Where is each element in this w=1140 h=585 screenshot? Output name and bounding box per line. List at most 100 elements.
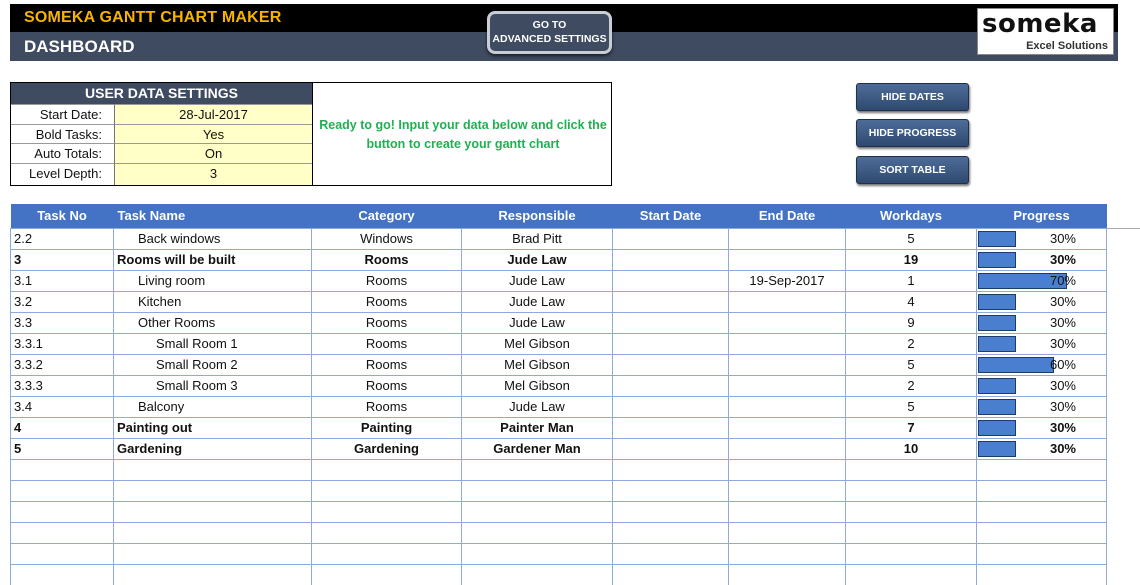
start-date-cell[interactable] — [612, 227, 729, 250]
responsible-cell[interactable]: Jude Law — [461, 248, 613, 271]
empty-cell[interactable] — [113, 458, 312, 481]
empty-cell[interactable] — [845, 563, 977, 585]
empty-table-row[interactable] — [10, 500, 1107, 523]
hide-progress-button[interactable]: HIDE PROGRESS — [856, 119, 969, 147]
empty-cell[interactable] — [461, 563, 613, 585]
progress-cell[interactable]: 30% — [976, 248, 1107, 271]
start-date-cell[interactable] — [612, 416, 729, 439]
task-no-cell[interactable]: 2.2 — [10, 227, 114, 250]
task-name-cell[interactable]: Rooms will be built — [113, 248, 312, 271]
responsible-cell[interactable]: Mel Gibson — [461, 353, 613, 376]
end-date-cell[interactable] — [728, 248, 846, 271]
start-date-cell[interactable] — [612, 374, 729, 397]
empty-cell[interactable] — [113, 479, 312, 502]
empty-cell[interactable] — [976, 458, 1107, 481]
advanced-settings-button[interactable]: GO TO ADVANCED SETTINGS — [487, 11, 612, 54]
column-header-start-date[interactable]: Start Date — [612, 204, 729, 228]
progress-cell[interactable]: 30% — [976, 374, 1107, 397]
empty-cell[interactable] — [311, 521, 462, 544]
column-header-workdays[interactable]: Workdays — [845, 204, 977, 228]
end-date-cell[interactable]: 19-Sep-2017 — [728, 269, 846, 292]
category-cell[interactable]: Rooms — [311, 332, 462, 355]
table-row[interactable]: 4 Painting out Painting Painter Man 7 30% — [10, 416, 1107, 439]
responsible-cell[interactable]: Jude Law — [461, 311, 613, 334]
table-row[interactable]: 2.2 Back windows Windows Brad Pitt 5 30% — [10, 227, 1107, 250]
empty-cell[interactable] — [728, 563, 846, 585]
category-cell[interactable]: Rooms — [311, 395, 462, 418]
end-date-cell[interactable] — [728, 374, 846, 397]
responsible-cell[interactable]: Gardener Man — [461, 437, 613, 460]
workdays-cell[interactable]: 5 — [845, 395, 977, 418]
table-row[interactable]: 3.1 Living room Rooms Jude Law 19-Sep-2017 1 7… — [10, 269, 1107, 292]
table-row[interactable]: 3.3 Other Rooms Rooms Jude Law 9 30% — [10, 311, 1107, 334]
empty-cell[interactable] — [845, 521, 977, 544]
workdays-cell[interactable]: 2 — [845, 374, 977, 397]
empty-cell[interactable] — [612, 500, 729, 523]
empty-cell[interactable] — [612, 458, 729, 481]
workdays-cell[interactable]: 9 — [845, 311, 977, 334]
progress-cell[interactable]: 30% — [976, 290, 1107, 313]
category-cell[interactable]: Rooms — [311, 374, 462, 397]
task-name-cell[interactable]: Balcony — [113, 395, 312, 418]
progress-cell[interactable]: 70% — [976, 269, 1107, 292]
empty-table-row[interactable] — [10, 542, 1107, 565]
task-no-cell[interactable]: 3.1 — [10, 269, 114, 292]
category-cell[interactable]: Painting — [311, 416, 462, 439]
workdays-cell[interactable]: 10 — [845, 437, 977, 460]
empty-cell[interactable] — [845, 479, 977, 502]
progress-cell[interactable]: 30% — [976, 395, 1107, 418]
empty-cell[interactable] — [845, 500, 977, 523]
workdays-cell[interactable]: 4 — [845, 290, 977, 313]
responsible-cell[interactable]: Mel Gibson — [461, 332, 613, 355]
empty-cell[interactable] — [728, 542, 846, 565]
empty-table-row[interactable] — [10, 563, 1107, 585]
empty-cell[interactable] — [10, 479, 114, 502]
task-no-cell[interactable]: 5 — [10, 437, 114, 460]
table-row[interactable]: 3 Rooms will be built Rooms Jude Law 19 30% — [10, 248, 1107, 271]
empty-cell[interactable] — [461, 479, 613, 502]
task-no-cell[interactable]: 3.3.2 — [10, 353, 114, 376]
workdays-cell[interactable]: 5 — [845, 227, 977, 250]
workdays-cell[interactable]: 19 — [845, 248, 977, 271]
task-name-cell[interactable]: Painting out — [113, 416, 312, 439]
task-no-cell[interactable]: 3.4 — [10, 395, 114, 418]
start-date-cell[interactable] — [612, 311, 729, 334]
table-row[interactable]: 3.2 Kitchen Rooms Jude Law 4 30% — [10, 290, 1107, 313]
auto-totals-input[interactable]: On — [114, 143, 312, 163]
column-header-progress[interactable]: Progress — [976, 204, 1107, 228]
progress-cell[interactable]: 30% — [976, 311, 1107, 334]
responsible-cell[interactable]: Mel Gibson — [461, 374, 613, 397]
empty-cell[interactable] — [976, 479, 1107, 502]
table-row[interactable]: 3.3.1 Small Room 1 Rooms Mel Gibson 2 30% — [10, 332, 1107, 355]
level-depth-input[interactable]: 3 — [114, 162, 312, 185]
end-date-cell[interactable] — [728, 416, 846, 439]
task-no-cell[interactable]: 3.3 — [10, 311, 114, 334]
empty-cell[interactable] — [461, 500, 613, 523]
column-header-end-date[interactable]: End Date — [728, 204, 846, 228]
empty-table-row[interactable] — [10, 479, 1107, 502]
empty-cell[interactable] — [845, 458, 977, 481]
bold-tasks-input[interactable]: Yes — [114, 123, 312, 143]
table-row[interactable]: 3.3.2 Small Room 2 Rooms Mel Gibson 5 60% — [10, 353, 1107, 376]
responsible-cell[interactable]: Brad Pitt — [461, 227, 613, 250]
empty-cell[interactable] — [10, 521, 114, 544]
empty-cell[interactable] — [311, 458, 462, 481]
start-date-cell[interactable] — [612, 269, 729, 292]
start-date-cell[interactable] — [612, 248, 729, 271]
start-date-cell[interactable] — [612, 290, 729, 313]
task-no-cell[interactable]: 3.3.3 — [10, 374, 114, 397]
category-cell[interactable]: Gardening — [311, 437, 462, 460]
empty-table-row[interactable] — [10, 521, 1107, 544]
empty-cell[interactable] — [728, 479, 846, 502]
hide-dates-button[interactable]: HIDE DATES — [856, 83, 969, 111]
task-no-cell[interactable]: 4 — [10, 416, 114, 439]
end-date-cell[interactable] — [728, 227, 846, 250]
task-name-cell[interactable]: Back windows — [113, 227, 312, 250]
empty-cell[interactable] — [976, 500, 1107, 523]
start-date-cell[interactable] — [612, 395, 729, 418]
empty-cell[interactable] — [113, 500, 312, 523]
end-date-cell[interactable] — [728, 311, 846, 334]
task-name-cell[interactable]: Small Room 2 — [113, 353, 312, 376]
workdays-cell[interactable]: 1 — [845, 269, 977, 292]
task-name-cell[interactable]: Living room — [113, 269, 312, 292]
